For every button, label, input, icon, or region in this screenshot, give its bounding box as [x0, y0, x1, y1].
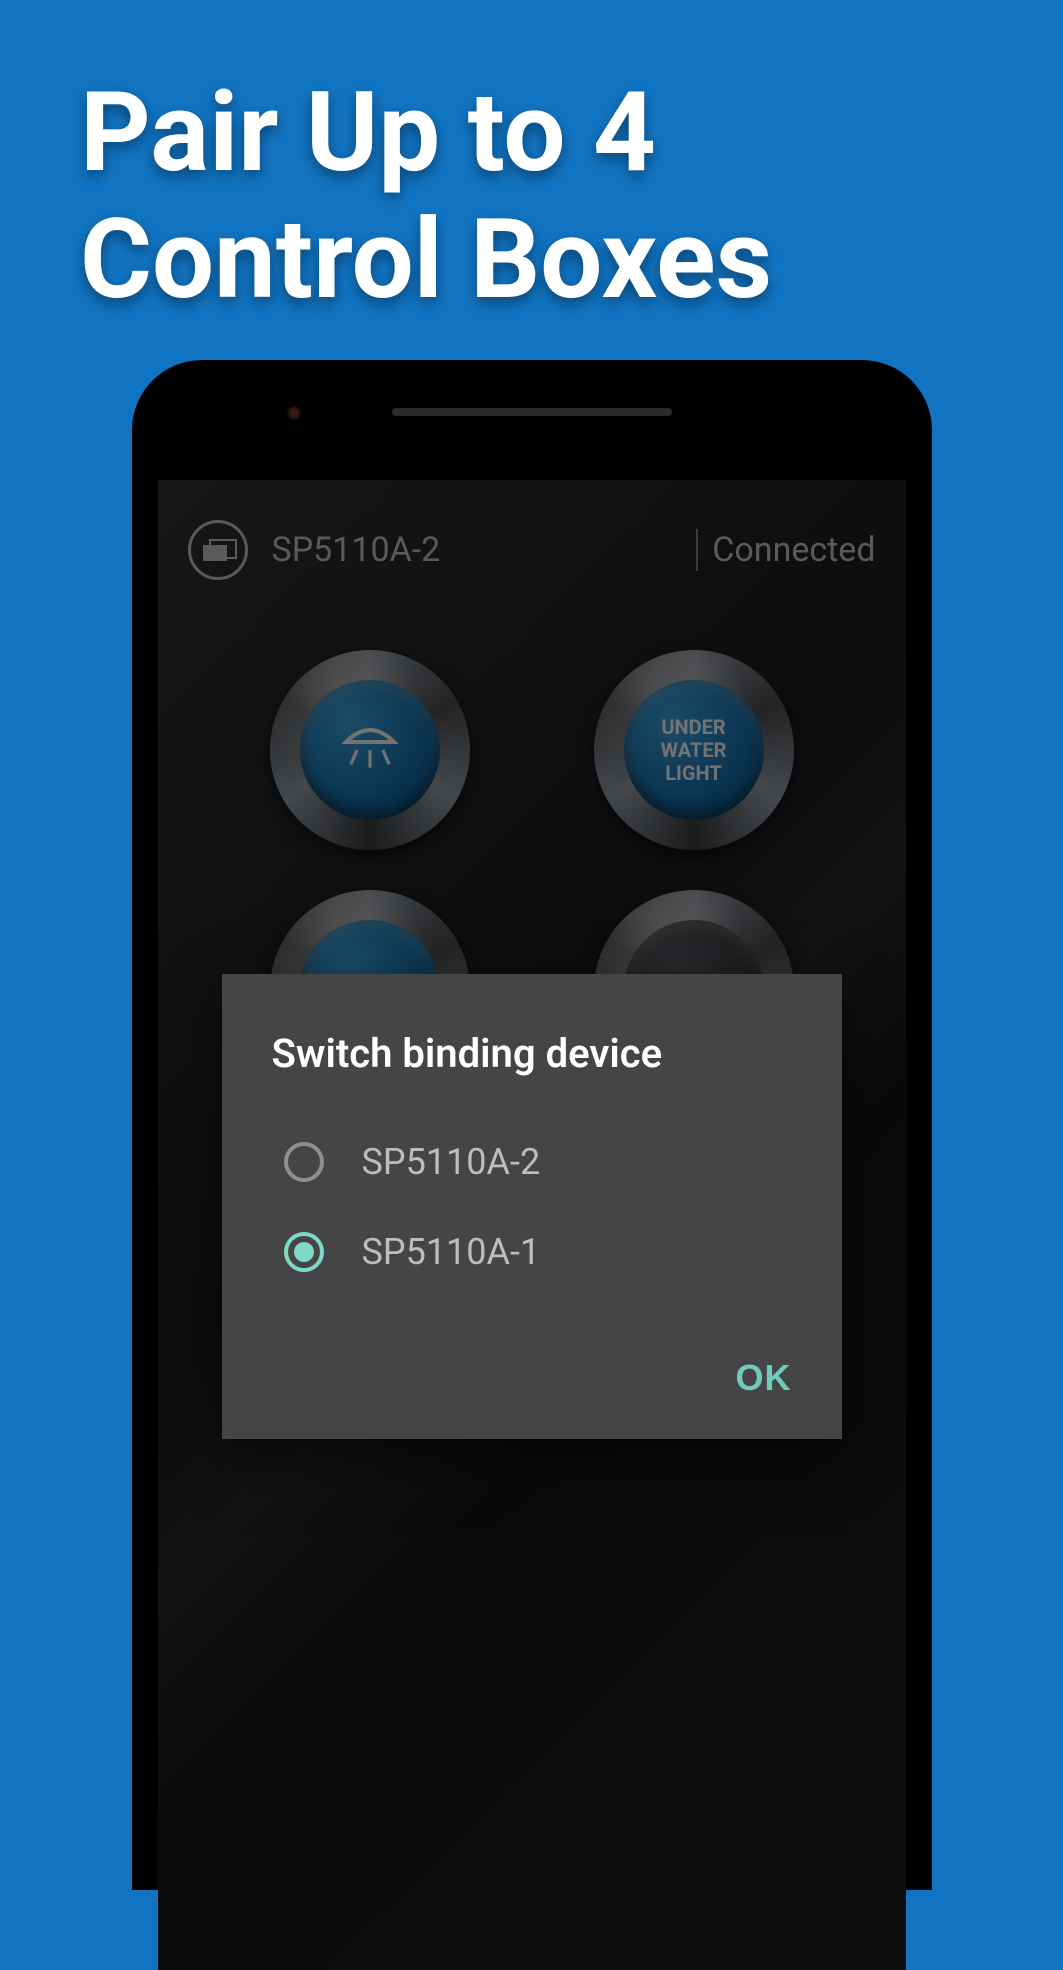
device-option-label: SP5110A-2	[362, 1141, 541, 1183]
device-option-1[interactable]: SP5110A-1	[222, 1207, 842, 1297]
phone-speaker	[392, 408, 672, 416]
radio-selected-icon	[284, 1232, 324, 1272]
radio-icon	[284, 1142, 324, 1182]
headline-line-1: Pair Up to 4	[80, 70, 983, 197]
headline-line-2: Control Boxes	[80, 197, 983, 324]
dialog-title: Switch binding device	[222, 974, 842, 1117]
device-option-0[interactable]: SP5110A-2	[222, 1117, 842, 1207]
phone-camera	[287, 406, 301, 420]
device-option-label: SP5110A-1	[362, 1231, 541, 1273]
phone-frame: SP5110A-2 Connected UNDER WATER LIGHT	[132, 360, 932, 1890]
marketing-headline: Pair Up to 4 Control Boxes	[0, 0, 1063, 323]
switch-device-dialog: Switch binding device SP5110A-2 SP5110A-…	[222, 974, 842, 1439]
app-screen: SP5110A-2 Connected UNDER WATER LIGHT	[158, 480, 906, 1970]
ok-button[interactable]: OK	[736, 1357, 792, 1399]
